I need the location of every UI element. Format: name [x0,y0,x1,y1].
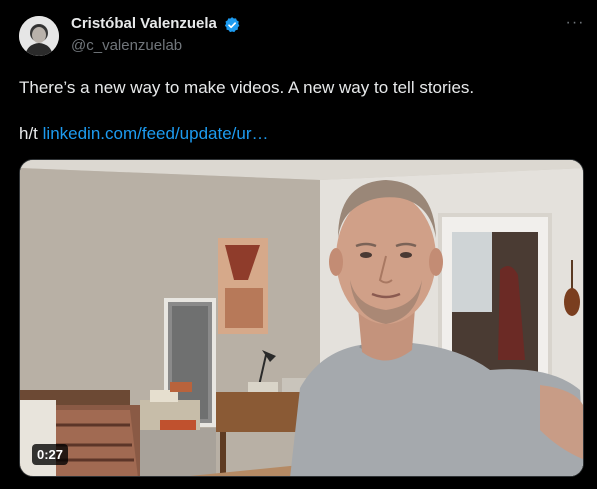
author-handle[interactable]: @c_valenzuelab [71,37,182,54]
video-duration-badge: 0:27 [32,444,69,465]
author-name[interactable]: Cristóbal Valenzuela [71,15,217,32]
hat-tip-prefix: h/t [19,124,38,143]
tweet-attribution: h/t linkedin.com/feed/update/ur… [19,124,269,144]
tweet-text: There’s a new way to make videos. A new … [19,78,475,97]
more-horizontal-icon[interactable]: ··· [562,14,588,36]
author-avatar[interactable] [19,16,59,56]
verified-badge-icon [224,17,240,33]
video-player[interactable]: 0:27 [19,159,584,477]
avatar-image [19,16,59,56]
tweet-link[interactable]: linkedin.com/feed/update/ur… [43,124,269,143]
video-thumbnail [20,160,583,476]
